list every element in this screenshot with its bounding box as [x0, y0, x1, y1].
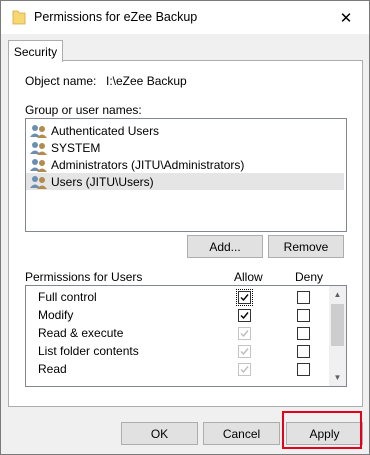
permission-name: Full control [38, 290, 97, 304]
permission-name: Read [38, 362, 67, 376]
window-title: Permissions for eZee Backup [34, 10, 198, 24]
user-name: SYSTEM [51, 140, 101, 155]
remove-button[interactable]: Remove [268, 235, 344, 258]
allow-checkbox [238, 345, 251, 358]
user-list-item[interactable]: SYSTEM [26, 139, 344, 156]
permission-row: Full control [26, 288, 326, 306]
close-button[interactable]: ✕ [323, 1, 369, 34]
scroll-up-icon[interactable]: ▲ [329, 286, 346, 303]
object-name-value: I:\eZee Backup [106, 74, 187, 88]
permission-name: Read & execute [38, 326, 124, 340]
permissions-label: Permissions for Users [25, 270, 143, 284]
tab-security[interactable]: Security [8, 40, 63, 62]
user-name: Authenticated Users [51, 123, 160, 138]
permission-name: Modify [38, 308, 74, 322]
permissions-dialog: Permissions for eZee Backup ✕ Security O… [0, 0, 370, 455]
user-name: Administrators (JITU\Administrators) [51, 157, 245, 172]
allow-checkbox[interactable] [238, 309, 251, 322]
user-list-item[interactable]: Authenticated Users [26, 122, 344, 139]
folder-icon [12, 10, 26, 25]
cancel-button[interactable]: Cancel [203, 422, 280, 445]
permission-row: List folder contents [26, 342, 326, 360]
permissions-list: Read List folder contents Read & execute Mo… [25, 285, 347, 387]
permission-name: List folder contents [38, 344, 139, 358]
allow-checkbox [238, 363, 251, 376]
permission-row: Read & execute [26, 324, 326, 342]
security-panel: Object name: I:\eZee Backup Group or use… [8, 60, 363, 407]
user-list[interactable]: Authenticated Users SYSTEM Administrators … [25, 118, 347, 232]
ok-button[interactable]: OK [121, 422, 198, 445]
user-list-item[interactable]: Administrators (JITU\Administrators) [26, 156, 344, 173]
allow-checkbox[interactable] [236, 289, 253, 306]
deny-checkbox[interactable] [297, 345, 310, 358]
users-group-icon [30, 158, 47, 172]
users-group-icon [30, 141, 47, 155]
deny-checkbox[interactable] [297, 363, 310, 376]
permission-row: Modify [26, 306, 326, 324]
object-name-label: Object name: [25, 74, 97, 88]
add-button[interactable]: Add... [187, 235, 263, 258]
scroll-down-icon[interactable]: ▼ [329, 369, 346, 386]
allow-column-header: Allow [234, 270, 263, 284]
scroll-thumb[interactable] [331, 304, 344, 346]
deny-column-header: Deny [295, 270, 324, 284]
allow-checkbox [238, 327, 251, 340]
group-names-label: Group or user names: [25, 103, 142, 117]
apply-highlight-box [282, 411, 362, 449]
title-bar: Permissions for eZee Backup ✕ [1, 1, 369, 34]
close-icon: ✕ [339, 9, 353, 27]
deny-checkbox[interactable] [297, 327, 310, 340]
users-group-icon [30, 175, 47, 189]
user-name: Users (JITU\Users) [51, 174, 154, 189]
user-list-item[interactable]: Users (JITU\Users) [26, 173, 344, 190]
permissions-scrollbar[interactable]: ▲ ▼ [329, 286, 346, 386]
deny-checkbox[interactable] [297, 291, 310, 304]
deny-checkbox[interactable] [297, 309, 310, 322]
permission-row: Read [26, 360, 326, 378]
users-group-icon [30, 124, 47, 138]
